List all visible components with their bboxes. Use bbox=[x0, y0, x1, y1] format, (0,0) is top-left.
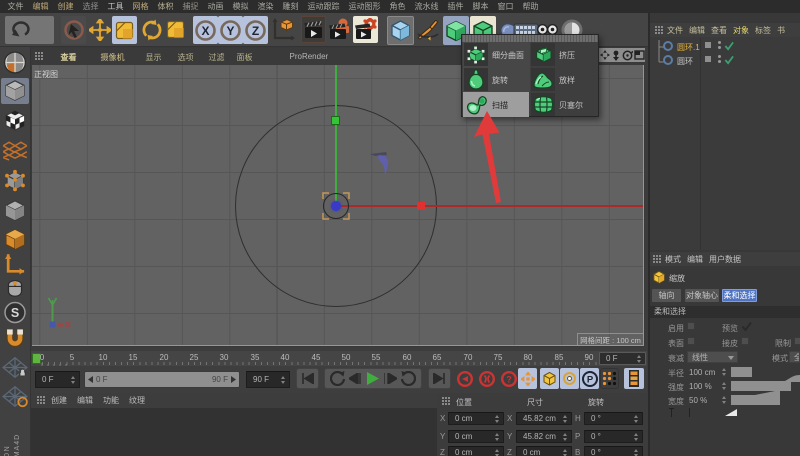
svg-text:Y: Y bbox=[226, 24, 234, 38]
svg-text:X: X bbox=[201, 24, 209, 38]
svg-text:S: S bbox=[11, 306, 19, 320]
svg-text:MAXON: MAXON bbox=[4, 445, 11, 456]
svg-text:CINEMA4D: CINEMA4D bbox=[14, 434, 21, 456]
svg-text:?: ? bbox=[506, 374, 512, 384]
svg-text:Z: Z bbox=[252, 24, 259, 38]
svg-text:P: P bbox=[586, 374, 593, 385]
